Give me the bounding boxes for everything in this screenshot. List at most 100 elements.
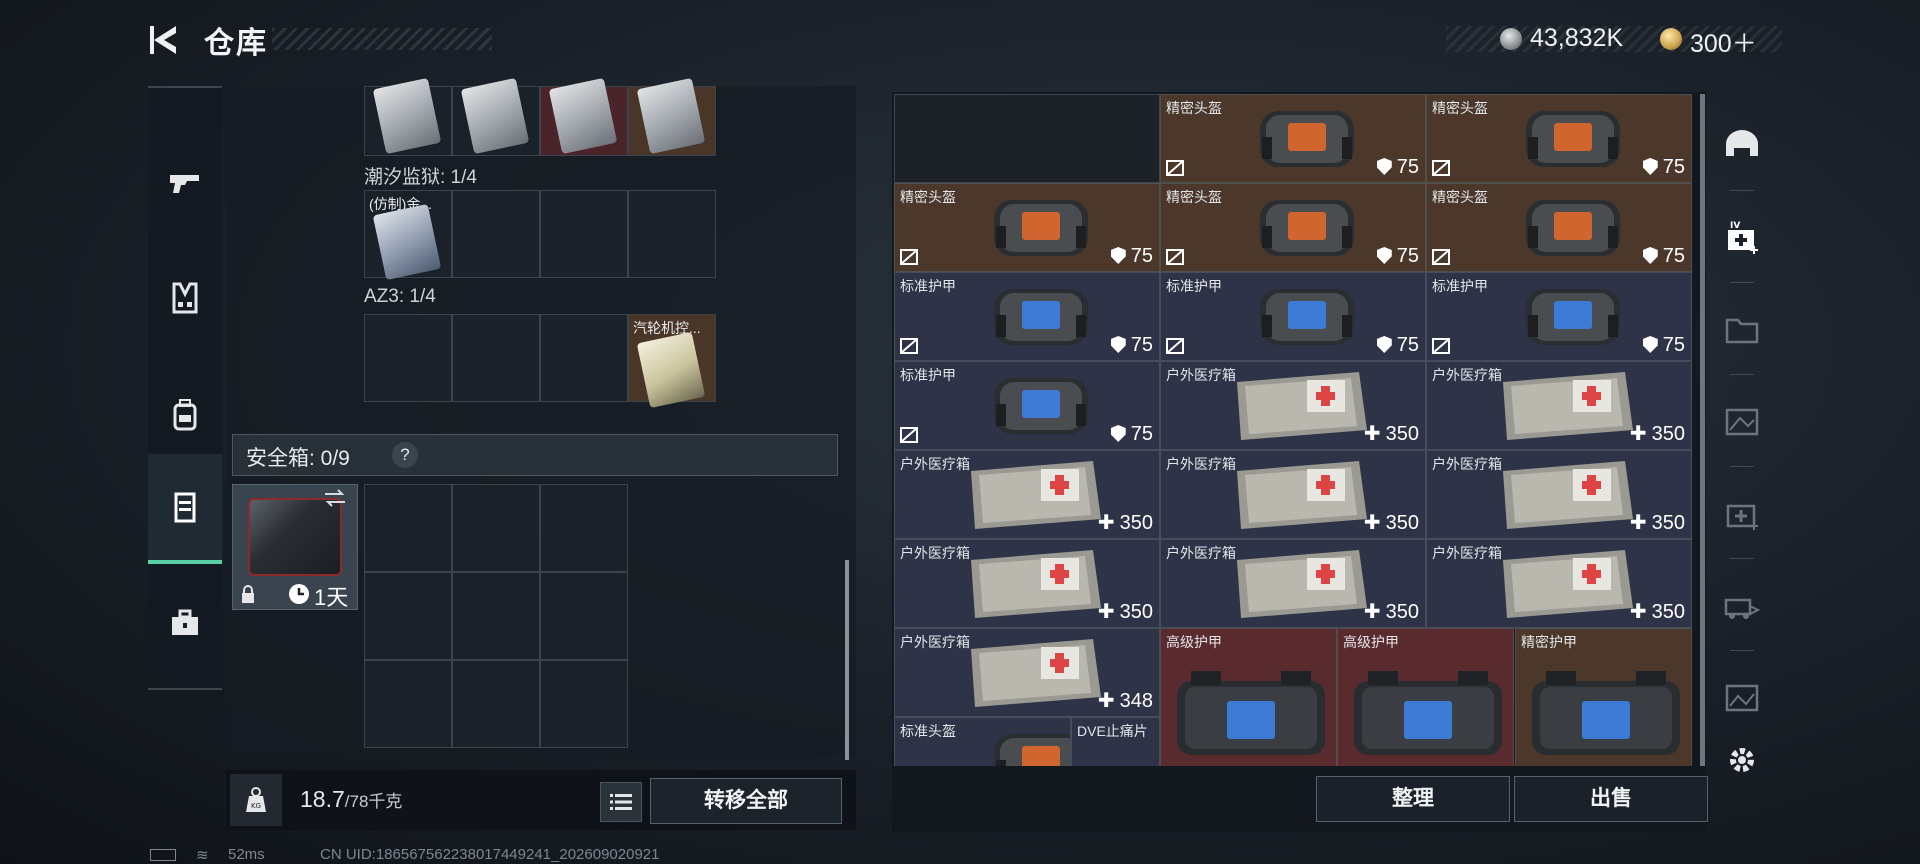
stash-scrollbar[interactable] xyxy=(1700,94,1705,766)
durability-shield-icon xyxy=(1376,158,1392,175)
filter-folder[interactable] xyxy=(1716,304,1768,356)
rail-item-weapons[interactable] xyxy=(148,128,222,238)
medkit-item-icon xyxy=(1237,550,1367,618)
transfer-all-button[interactable]: 转移全部 xyxy=(650,778,842,824)
stash-cell[interactable]: 户外医疗箱 ✚ 350 xyxy=(1426,450,1692,539)
grid-slot[interactable] xyxy=(540,190,628,278)
category-rail xyxy=(148,86,222,690)
grid-slot[interactable]: (仿制)金... xyxy=(364,190,452,281)
durability-shield-icon xyxy=(1642,336,1658,353)
stash-cell[interactable]: 标准护甲 75 xyxy=(894,272,1160,361)
stash-cell[interactable]: 户外医疗箱 ✚ 350 xyxy=(1426,539,1692,628)
medkit-item-icon xyxy=(971,639,1101,707)
no-repair-icon xyxy=(1166,249,1184,265)
filter-medkit[interactable] xyxy=(1716,488,1768,540)
stash-cell[interactable]: 户外医疗箱 ✚ 348 xyxy=(894,628,1160,717)
grid-slot[interactable] xyxy=(628,77,716,156)
durability-shield-icon xyxy=(1110,247,1126,264)
stash-cell[interactable]: 精密头盔 75 xyxy=(1160,94,1426,183)
stat-value: 350 xyxy=(1385,423,1419,445)
filter-image[interactable] xyxy=(1716,672,1768,724)
safe-slot[interactable] xyxy=(540,660,628,748)
section-label-prison: 潮汐监狱: 1/4 xyxy=(364,167,477,188)
card-item-icon xyxy=(636,331,706,409)
stash-cell[interactable]: 精密护甲 xyxy=(1515,628,1692,766)
card-item-icon xyxy=(460,77,530,155)
list-icon xyxy=(610,794,632,810)
silver-balance[interactable]: 43,832K xyxy=(1530,24,1623,53)
stash-item-name: 标准护甲 xyxy=(1166,278,1222,294)
help-icon[interactable]: ? xyxy=(392,442,418,468)
safe-slot[interactable] xyxy=(452,660,540,748)
stash-item-name: DVE止痛片 xyxy=(1077,723,1148,739)
stat-value: 350 xyxy=(1119,512,1153,534)
stash-cell[interactable]: 高级护甲 xyxy=(1337,628,1514,766)
safe-slot[interactable] xyxy=(540,484,628,572)
stash-item-stat: 75 xyxy=(1376,334,1419,357)
grid-slot[interactable] xyxy=(364,314,452,402)
stash-item-name: 户外医疗箱 xyxy=(900,634,970,650)
grid-slot[interactable] xyxy=(540,77,628,156)
stash-cell[interactable] xyxy=(894,94,1160,183)
filter-helmet[interactable] xyxy=(1716,120,1768,172)
stash-cell[interactable]: 户外医疗箱 ✚ 350 xyxy=(1426,361,1692,450)
stash-cell[interactable]: 精密头盔 75 xyxy=(1160,183,1426,272)
vehicle-icon xyxy=(1724,598,1761,619)
safe-slot[interactable] xyxy=(452,572,540,660)
safe-slot[interactable] xyxy=(540,572,628,660)
vest-icon xyxy=(172,282,198,314)
grid-slot[interactable] xyxy=(364,77,452,156)
helmet-item-icon xyxy=(994,289,1088,345)
grid-slot[interactable]: 汽轮机控... xyxy=(628,314,716,409)
sell-button[interactable]: 出售 xyxy=(1514,776,1708,822)
stash-cell[interactable]: 户外医疗箱 ✚ 350 xyxy=(894,450,1160,539)
grid-slot[interactable] xyxy=(628,190,716,278)
filter-vehicle[interactable] xyxy=(1716,580,1768,632)
grid-slot[interactable] xyxy=(452,77,540,156)
weight-kg-icon: KG xyxy=(246,787,266,812)
heal-cross-icon: ✚ xyxy=(1097,601,1115,623)
stash-cell[interactable]: 精密头盔 75 xyxy=(1426,183,1692,272)
helmet-icon xyxy=(1726,130,1758,156)
gold-coin-icon xyxy=(1660,28,1682,50)
stash-item-stat: ✚ 350 xyxy=(1630,510,1685,535)
stash-cell[interactable]: 户外医疗箱 ✚ 350 xyxy=(894,539,1160,628)
list-view-button[interactable] xyxy=(600,782,642,822)
settings-button[interactable] xyxy=(1716,734,1768,786)
stash-cell[interactable]: 高级护甲 xyxy=(1160,628,1337,766)
stash-cell[interactable]: 标准护甲 75 xyxy=(1160,272,1426,361)
safe-slot[interactable] xyxy=(452,484,540,572)
stash-cell[interactable]: 户外医疗箱 ✚ 350 xyxy=(1160,450,1426,539)
safe-slot[interactable] xyxy=(364,484,452,572)
grid-slot[interactable] xyxy=(452,314,540,402)
stash-cell[interactable]: 户外医疗箱 ✚ 350 xyxy=(1160,539,1426,628)
rail-item-container[interactable] xyxy=(148,454,222,564)
stash-cell[interactable]: 标准头盔 xyxy=(894,717,1071,766)
left-scrollbar[interactable] xyxy=(845,560,849,760)
back-arrow-icon[interactable] xyxy=(148,22,180,58)
filter-map[interactable] xyxy=(1716,396,1768,448)
stash-cell[interactable]: 标准护甲 75 xyxy=(894,361,1160,450)
gold-balance[interactable]: 300＋ xyxy=(1690,24,1757,60)
swap-icon[interactable] xyxy=(322,488,348,508)
rail-item-toolbox[interactable] xyxy=(148,568,222,678)
filter-medkit-lv4[interactable]: IV xyxy=(1716,212,1768,264)
safe-slot[interactable] xyxy=(364,572,452,660)
medkit-item-icon xyxy=(1237,461,1367,529)
grid-slot[interactable] xyxy=(452,190,540,278)
stash-cell[interactable]: 精密头盔 75 xyxy=(1426,94,1692,183)
sort-button[interactable]: 整理 xyxy=(1316,776,1510,822)
medkit-icon xyxy=(1726,504,1758,530)
stash-item-stat: ✚ 350 xyxy=(1630,599,1685,624)
rail-item-vest[interactable] xyxy=(148,243,222,353)
stash-cell[interactable]: DVE止痛片 xyxy=(1071,717,1160,766)
stash-item-stat: ✚ 350 xyxy=(1630,421,1685,446)
wifi-icon: ≋ xyxy=(196,847,209,864)
safe-slot[interactable] xyxy=(364,660,452,748)
stat-value: 350 xyxy=(1385,512,1419,534)
stash-cell[interactable]: 标准护甲 75 xyxy=(1426,272,1692,361)
grid-slot[interactable] xyxy=(540,314,628,402)
stash-cell[interactable]: 户外医疗箱 ✚ 350 xyxy=(1160,361,1426,450)
stash-item-name: 标准护甲 xyxy=(900,278,956,294)
stash-cell[interactable]: 精密头盔 75 xyxy=(894,183,1160,272)
